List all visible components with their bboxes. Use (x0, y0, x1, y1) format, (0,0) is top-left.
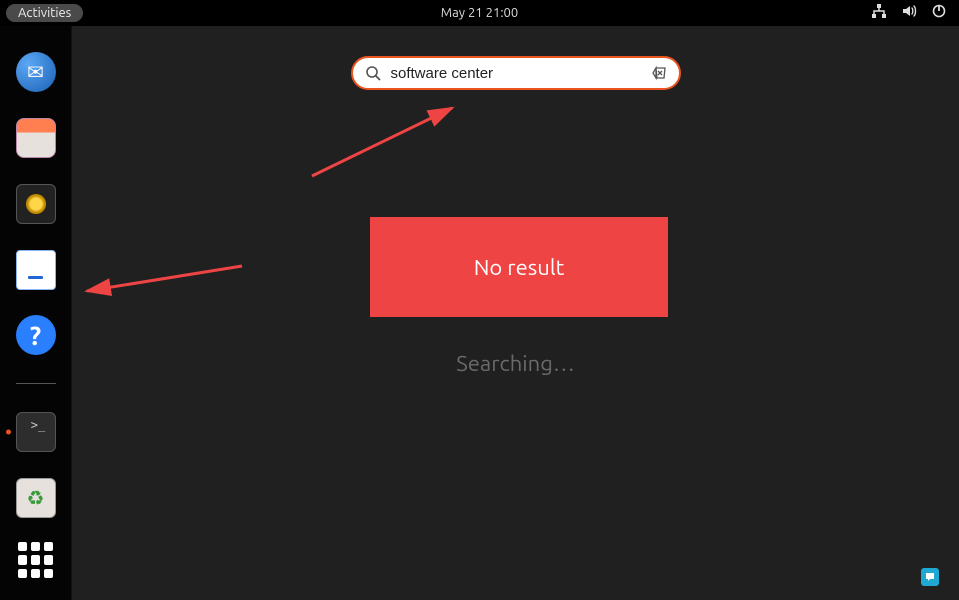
search-container (351, 56, 681, 90)
dash-separator (16, 383, 56, 384)
search-status-text: Searching… (456, 351, 575, 376)
thunderbird-icon: ✉ (16, 52, 56, 92)
dash: ✉ ? >_ ♻ (0, 26, 72, 600)
dash-item-files[interactable] (14, 116, 58, 160)
activities-button[interactable]: Activities (6, 4, 83, 22)
files-icon (16, 118, 56, 158)
power-icon[interactable] (931, 3, 947, 23)
volume-icon[interactable] (901, 3, 917, 23)
rhythmbox-icon (16, 184, 56, 224)
annotation-arrow-to-writer (72, 256, 252, 306)
dash-item-terminal[interactable]: >_ (14, 410, 58, 454)
network-wired-icon[interactable] (871, 3, 887, 23)
dash-item-thunderbird[interactable]: ✉ (14, 50, 58, 94)
status-area[interactable] (871, 3, 947, 23)
dash-item-help[interactable]: ? (14, 314, 58, 358)
activities-overview: Searching… No result (72, 26, 959, 600)
annotation-arrow-to-search (302, 96, 472, 186)
clock[interactable]: May 21 21:00 (441, 6, 518, 20)
libreoffice-writer-icon (16, 250, 56, 290)
annotation-no-result: No result (370, 217, 668, 317)
dash-item-rhythmbox[interactable] (14, 182, 58, 226)
dash-item-libreoffice-writer[interactable] (14, 248, 58, 292)
trash-icon: ♻ (16, 478, 56, 518)
top-bar: Activities May 21 21:00 (0, 0, 959, 26)
search-input[interactable] (391, 65, 641, 82)
running-indicator-icon (6, 430, 11, 435)
notification-indicator-icon[interactable] (921, 568, 939, 586)
help-icon: ? (16, 315, 56, 355)
show-applications-button[interactable] (18, 542, 54, 578)
search-field[interactable] (351, 56, 681, 90)
clear-search-icon[interactable] (651, 65, 667, 81)
search-icon (365, 65, 381, 81)
dash-item-trash[interactable]: ♻ (14, 476, 58, 520)
terminal-icon: >_ (16, 412, 56, 452)
